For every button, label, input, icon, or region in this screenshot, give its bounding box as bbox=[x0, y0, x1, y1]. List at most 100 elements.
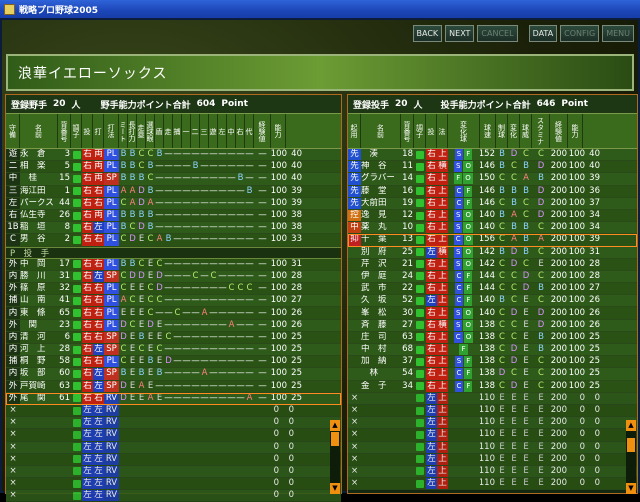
empty-row[interactable]: × 左左 RV 0 0 bbox=[6, 441, 341, 454]
table-row[interactable]: 1B 稲 垣 8 右左 PL B C D B — — — — — — — — — — — —100 38 bbox=[6, 222, 341, 235]
fielders-scrollbar[interactable]: ▲ ▼ bbox=[330, 420, 340, 494]
table-row[interactable]: 捕山 南 41 右右 PL A C E C C — — — — — — — — — — —100 27 bbox=[6, 295, 341, 308]
table-row[interactable]: 峯 松 30 右上 S O 140 C D E D 200 100 26 bbox=[348, 307, 637, 320]
grade-cell: C bbox=[499, 319, 505, 330]
grade-cell: — bbox=[173, 356, 182, 367]
grade-cell: E bbox=[538, 465, 544, 476]
empty-row[interactable]: × 左左 RV 0 0 bbox=[6, 478, 341, 491]
scroll-up-icon[interactable]: ▲ bbox=[330, 420, 340, 431]
table-row[interactable]: 別 府 25 左横 S O 142 B D B C 200 100 31 bbox=[348, 246, 637, 259]
table-row[interactable]: 斉 藤 27 右横 S O 138 C C E D 200 100 26 bbox=[348, 319, 637, 332]
window-title: 戦略プロ野球2005 bbox=[19, 5, 99, 16]
empty-row[interactable]: × 左上 110 E E E E 200 0 0 bbox=[348, 478, 637, 491]
table-row[interactable]: 中 村 68 右上 F 138 C D E B 200 100 25 bbox=[348, 344, 637, 357]
menu-button[interactable]: MENU bbox=[602, 24, 634, 42]
table-row[interactable]: 武 市 22 右上 C F 144 C C D B 200 100 27 bbox=[348, 283, 637, 296]
stamina-cell: 200 bbox=[550, 429, 567, 440]
table-row[interactable]: 右仏生寺 26 右両 PL B B B B — — — — — — — — — — — —100 38 bbox=[6, 209, 341, 223]
grade-cell: — bbox=[164, 295, 173, 306]
number-cell: 2 bbox=[64, 234, 70, 245]
table-row[interactable]: 庄 司 63 右上 C O 138 C C E B 200 100 25 bbox=[348, 331, 637, 344]
grade-cell: — bbox=[258, 344, 267, 355]
bat-hand-cell: 左 bbox=[93, 344, 104, 356]
data-button[interactable]: DATA bbox=[528, 24, 558, 42]
empty-row[interactable]: × 左上 110 E E E E 200 0 0 bbox=[348, 417, 637, 430]
grade-cell: — bbox=[173, 283, 182, 294]
table-row[interactable]: 先グラバー 14 右上 F O 150 C C A B 200 100 39 bbox=[348, 173, 637, 186]
table-row[interactable]: 先大前田 19 右上 C F 146 C B C D 200 100 37 bbox=[348, 197, 637, 210]
table-row[interactable]: C男 谷 2 右右 PL C D E C A B — — — — — — — — — —100 33 bbox=[6, 234, 341, 247]
table-row[interactable]: 外戸賀崎 63 右左 SP D E A E — — — — — — — — — — — —100 25 bbox=[6, 380, 341, 393]
table-row[interactable]: 内勝 川 31 右左 SP C D D E D — — — C — C — — — — —100 28 bbox=[6, 270, 341, 284]
table-row[interactable]: 中薬 丸 10 右上 S O 140 C B B C 200 100 34 bbox=[348, 222, 637, 235]
table-row[interactable]: 伊 庭 24 右上 C F 144 C C D C 200 100 28 bbox=[348, 270, 637, 284]
table-row[interactable]: 金 子 34 右上 C F 138 C D E C 200 100 25 bbox=[348, 380, 637, 393]
experience-cell: 100 bbox=[271, 210, 287, 221]
scroll-down-icon[interactable]: ▼ bbox=[626, 483, 636, 494]
stamina-cell: 200 bbox=[550, 368, 567, 379]
empty-row[interactable]: × 左上 110 E E E E 200 0 0 bbox=[348, 429, 637, 442]
pitchers-scrollbar[interactable]: ▲ ▼ bbox=[626, 420, 636, 494]
batting-style-badge: PL bbox=[104, 197, 119, 209]
table-row[interactable]: 先神 谷 11 右横 S O 146 B C B D 200 100 40 bbox=[348, 161, 637, 174]
empty-row[interactable]: × 左上 110 E E E E 200 0 0 bbox=[348, 465, 637, 479]
table-row[interactable]: 先 湊 18 右上 S F 152 B D C C 200 100 40 bbox=[348, 149, 637, 162]
form-cell: 上 bbox=[437, 441, 448, 453]
table-row[interactable]: 抑千 葉 13 右上 C O 156 C A B A 200 100 39 bbox=[348, 234, 637, 247]
table-row[interactable]: 加 納 37 右上 S F 138 C D E C 200 100 25 bbox=[348, 356, 637, 369]
grade-cell: E bbox=[499, 465, 505, 476]
empty-row[interactable]: × 左左 RV 0 0 bbox=[6, 490, 341, 502]
empty-row[interactable]: × 左上 110 E E E E 200 0 0 bbox=[348, 453, 637, 466]
empty-row[interactable]: × 左上 110 E E E E 200 0 0 bbox=[348, 404, 637, 418]
experience-cell: 100 bbox=[568, 185, 585, 196]
scroll-thumb[interactable] bbox=[627, 438, 635, 452]
condition-icon bbox=[414, 222, 426, 233]
table-row[interactable]: 中 桂 15 右両 SP B B B C — — — — — — — — — B — —100 40 bbox=[6, 173, 341, 186]
back-button[interactable]: BACK bbox=[412, 24, 443, 42]
table-row[interactable]: 内清 河 6 右右 SP D E B E E C — — — — — — — — — —100 25 bbox=[6, 331, 341, 344]
grade-cell: B bbox=[538, 173, 544, 184]
grade-cell: D bbox=[537, 319, 545, 330]
table-row[interactable]: 内坂 部 60 右左 SP B E B E B — — — — A — — — — — —100 25 bbox=[6, 368, 341, 381]
empty-row[interactable]: × 左左 RV 0 0 bbox=[6, 429, 341, 442]
grade-cell: — bbox=[164, 368, 173, 379]
table-row[interactable]: 外尾 関 61 右右 RV D E E A E — — — — — — — — — A —100 25 bbox=[6, 392, 341, 405]
empty-row[interactable]: × 左左 RV 0 0 bbox=[6, 453, 341, 466]
scroll-thumb[interactable] bbox=[331, 432, 339, 446]
table-row[interactable]: 内東 條 65 右右 PL E E E C — — C — — A — — — — — —100 26 bbox=[6, 307, 341, 320]
table-row[interactable]: 外中 岡 17 右右 PL B B C E C — — — — — — — — — — —100 31 bbox=[6, 258, 341, 271]
scroll-down-icon[interactable]: ▼ bbox=[330, 483, 340, 494]
table-row[interactable]: 二相 楽 5 右両 PL B B C B — — — — B — — — — — — —100 40 bbox=[6, 161, 341, 174]
empty-row[interactable]: × 左左 RV 0 0 bbox=[6, 465, 341, 479]
empty-row[interactable]: × 左上 110 E E E E 200 0 0 bbox=[348, 392, 637, 405]
empty-row[interactable]: × 左左 RV 0 0 bbox=[6, 404, 341, 418]
condition-icon bbox=[71, 222, 82, 233]
table-row[interactable]: 外 関 23 右右 PL D C E D E — — — — — — — A — — —100 26 bbox=[6, 319, 341, 332]
grade-cell: B bbox=[499, 149, 505, 160]
table-row[interactable]: 久 坂 52 左上 C F 140 B C E C 200 100 26 bbox=[348, 295, 637, 308]
table-row[interactable]: 外篠 原 32 右右 PL C E E C D — — — — — — — C C C —100 28 bbox=[6, 283, 341, 296]
stamina-cell: 200 bbox=[550, 392, 567, 403]
table-row[interactable]: 内河 上 28 右左 SP C E C E C — — — — — — — — — — —100 25 bbox=[6, 344, 341, 357]
table-row[interactable]: 先藤 堂 16 右上 C F 146 B B B D 200 100 36 bbox=[348, 185, 637, 198]
table-row[interactable]: 左パークス 44 右右 PL C A D A — — — — — — — — — — — —100 39 bbox=[6, 197, 341, 210]
experience-cell: 0 bbox=[273, 417, 279, 428]
form-cell: 上 bbox=[437, 368, 448, 380]
table-row[interactable]: 林 54 右上 C F 138 D C E C 200 100 25 bbox=[348, 368, 637, 381]
config-button[interactable]: CONFIG bbox=[560, 24, 600, 42]
scroll-up-icon[interactable]: ▲ bbox=[626, 420, 636, 431]
grade-cell: B bbox=[499, 246, 505, 257]
table-row[interactable]: 三海江田 1 右右 PL A A D B — — — — — — — — — — B —100 39 bbox=[6, 185, 341, 198]
grade-cell: — bbox=[182, 283, 191, 294]
empty-row[interactable]: × 左左 RV 0 0 bbox=[6, 417, 341, 430]
next-button[interactable]: NEXT bbox=[445, 24, 475, 42]
cancel-button[interactable]: CANCEL bbox=[477, 24, 518, 42]
table-row[interactable]: 芹 沢 21 右上 S O 142 C D C E 200 100 28 bbox=[348, 258, 637, 271]
table-row[interactable]: 捕桐 野 58 右右 PL C E E B E D — — — — — — — — — —100 25 bbox=[6, 356, 341, 369]
empty-row[interactable]: × 左上 110 E E E E 200 0 0 bbox=[348, 441, 637, 454]
pitch-type-badge: C bbox=[454, 283, 464, 295]
table-row[interactable]: 遊永 倉 3 右両 PL B B C C B — — — — — — — — — — —100 40 bbox=[6, 149, 341, 162]
table-row[interactable]: 控逸 見 12 右上 S O 140 B A C D 200 100 34 bbox=[348, 209, 637, 223]
condition-icon bbox=[71, 393, 82, 404]
experience-cell: 100 bbox=[568, 368, 585, 379]
